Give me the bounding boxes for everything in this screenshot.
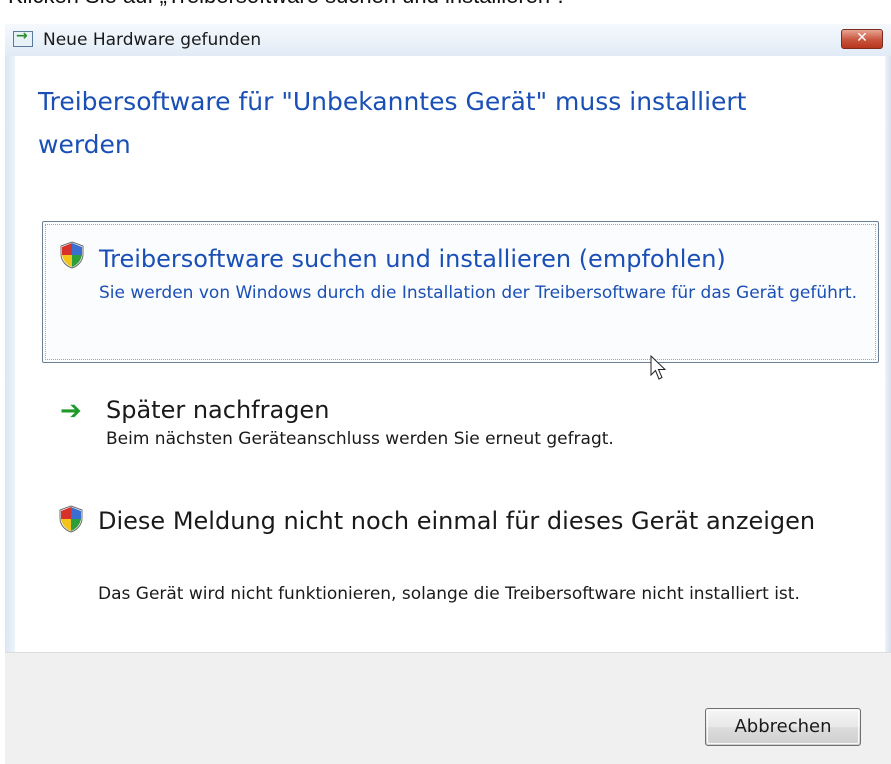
green-arrow-icon: ➔	[60, 396, 82, 426]
title-bar[interactable]: Neue Hardware gefunden ✕	[5, 24, 891, 56]
page-heading: Treibersoftware für "Unbekanntes Gerät" …	[38, 87, 747, 159]
close-icon: ✕	[856, 30, 868, 46]
dialog-window: Neue Hardware gefunden ✕ Treibersoftware…	[5, 24, 891, 764]
option-search-install[interactable]: Treibersoftware suchen und installieren …	[42, 221, 879, 363]
mouse-cursor-icon	[650, 355, 667, 380]
instruction-caption: Klicken Sie auf „Treibersoftware suchen …	[0, 0, 891, 8]
option-title: Treibersoftware suchen und installieren …	[99, 245, 726, 273]
hardware-wizard-icon	[13, 28, 33, 47]
shield-icon	[60, 241, 84, 269]
dialog-footer: Abbrechen	[5, 652, 891, 764]
option-description: Sie werden von Windows durch die Install…	[99, 283, 857, 303]
option-do-not-show-again[interactable]: Diese Meldung nicht noch einmal für dies…	[42, 499, 879, 649]
window-title: Neue Hardware gefunden	[43, 30, 262, 50]
shield-icon	[59, 505, 83, 533]
option-description: Das Gerät wird nicht funktionieren, sola…	[98, 584, 800, 604]
cancel-button[interactable]: Abbrechen	[705, 708, 861, 746]
option-ask-later[interactable]: ➔ Später nachfragen Beim nächsten Geräte…	[42, 388, 879, 472]
close-button[interactable]: ✕	[841, 29, 883, 49]
option-title: Später nachfragen	[106, 396, 330, 424]
option-title: Diese Meldung nicht noch einmal für dies…	[98, 507, 816, 535]
option-description: Beim nächsten Geräteanschluss werden Sie…	[106, 429, 614, 449]
